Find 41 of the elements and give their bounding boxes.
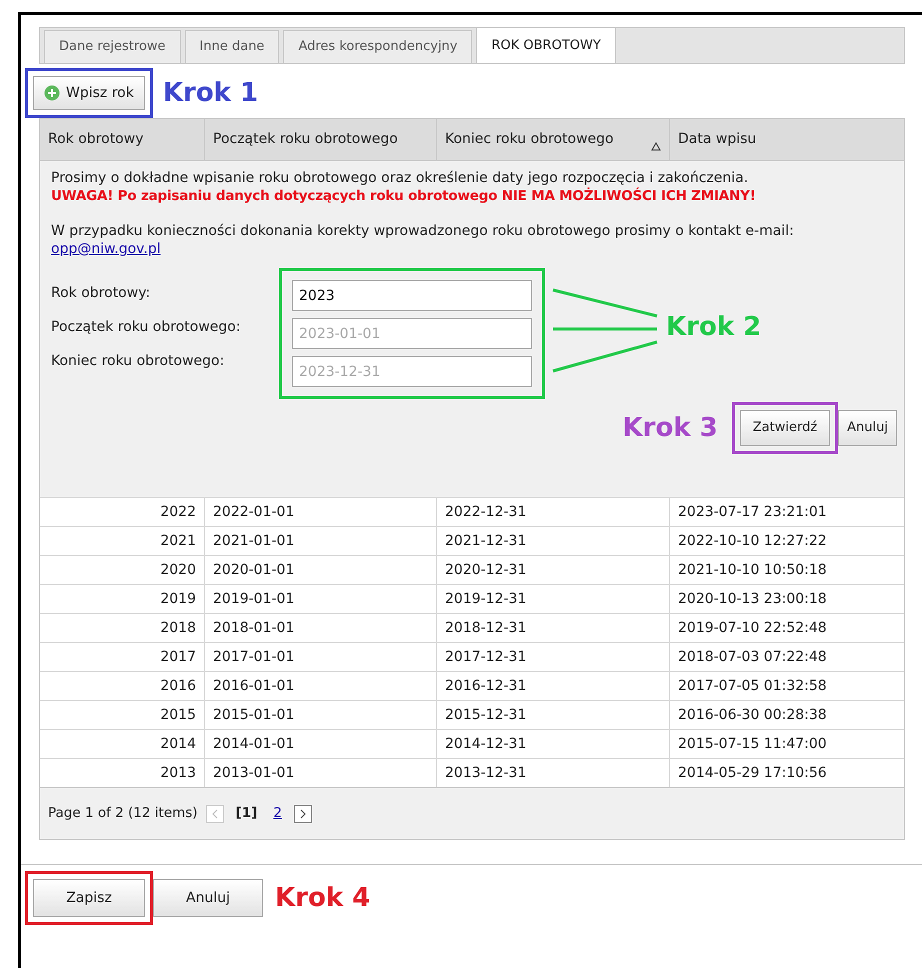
table-cell-text: 2016-06-30 00:28:38: [677, 706, 828, 724]
table-cell-text: 2015-07-15 11:47:00: [677, 734, 828, 754]
table-cell-text: 2022-10-10 12:27:22: [677, 532, 828, 550]
input-field[interactable]: 2023: [292, 280, 532, 311]
column-header[interactable]: Data wpisu: [670, 119, 904, 160]
chevron-right-icon: [298, 808, 307, 818]
page-link[interactable]: 2: [269, 803, 286, 824]
input-field[interactable]: 2023-01-01: [292, 318, 532, 349]
tab[interactable]: ROK OBROTOWY: [476, 27, 616, 63]
add-year-button[interactable]: Wpisz rok: [33, 76, 145, 110]
table-cell-text: 2019-07-10 22:52:48: [677, 618, 828, 638]
cancel-button[interactable]: Anuluj: [838, 410, 897, 446]
field-label: Początek roku obrotowego:: [51, 318, 242, 337]
table-cell-text: 2018-07-03 07:22:48: [677, 648, 828, 666]
field-label: Koniec roku obrotowego:: [51, 352, 226, 371]
step-label: Krok 3: [622, 415, 718, 441]
warning-text: UWAGA! Po zapisaniu danych dotyczących roku obrotowego NIE MA MOŻLIWOŚCI ICH ZMIANY!: [51, 187, 757, 205]
field-label: Rok obrotowy:: [51, 284, 152, 303]
next-page-button[interactable]: [294, 804, 312, 822]
table-cell-text: 2020-10-13 23:00:18: [677, 590, 828, 608]
table-cell-text: 2023-07-17 23:21:01: [677, 502, 828, 522]
input-field[interactable]: 2023-12-31: [292, 356, 532, 387]
step-label: Krok 1: [162, 80, 258, 106]
table-cell-text: 2021-10-10 10:50:18: [677, 560, 828, 580]
pager-summary: Page 1 of 2 (12 items): [48, 804, 198, 824]
page-link[interactable]: [1]: [232, 803, 262, 824]
step-label: Krok 2: [666, 314, 762, 344]
cancel-button[interactable]: Anuluj: [153, 879, 263, 917]
tab[interactable]: Dane rejestrowe: [44, 30, 181, 63]
confirm-button[interactable]: Zatwierdź: [740, 410, 830, 446]
info-text: Prosimy o dokładne wpisanie roku obrotowego oraz określenie daty jego rozpoczęcia i zakończenia.: [51, 169, 750, 187]
plus-icon: [44, 85, 60, 101]
table-cell-text: 2017-07-05 01:32:58: [677, 676, 828, 696]
step-label: Krok 4: [275, 885, 370, 911]
email-link[interactable]: opp@niw.gov.pl: [51, 241, 161, 257]
save-button[interactable]: Zapisz: [33, 879, 145, 917]
contact-text: W przypadku konieczności dokonania korekty wprowadzonego roku obrotowego prosimy o kontakt e-mail:: [51, 222, 795, 240]
table-cell-text: 2014-05-29 17:10:56: [677, 764, 828, 782]
tab[interactable]: Adres korespondencyjny: [283, 30, 472, 63]
chevron-left-icon: [210, 808, 219, 818]
tab[interactable]: Inne dane: [184, 30, 280, 63]
